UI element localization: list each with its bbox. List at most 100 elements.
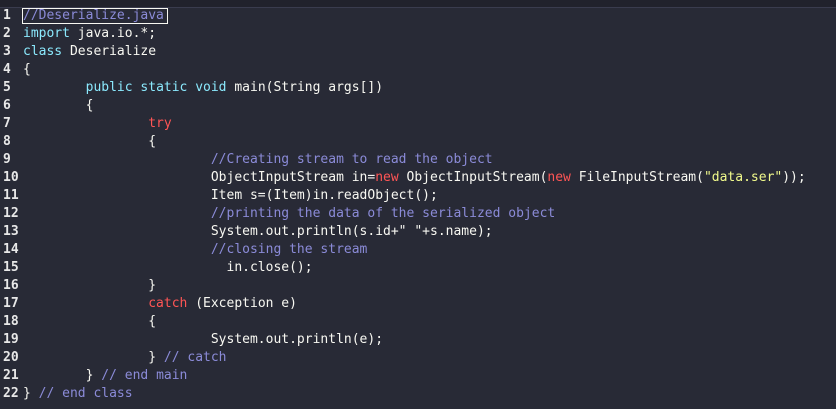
code-token: { (23, 134, 157, 149)
code-line[interactable]: 16 } (0, 277, 836, 295)
line-number: 2 (3, 26, 11, 41)
code-token: } (23, 368, 102, 383)
line-number: 21 (3, 368, 19, 383)
code-text[interactable]: ObjectInputStream in=new ObjectInputStre… (23, 169, 806, 187)
code-text[interactable]: import java.io.*; (23, 25, 156, 43)
line-number: 15 (3, 260, 19, 275)
line-number: 18 (3, 314, 19, 329)
code-text[interactable]: { (23, 97, 94, 115)
code-line[interactable]: 13 System.out.println(s.id+" "+s.name); (0, 223, 836, 241)
line-number: 19 (3, 332, 19, 347)
line-number: 10 (3, 170, 19, 185)
code-text[interactable]: { (23, 133, 156, 151)
code-text[interactable]: } // end class (23, 385, 133, 403)
line-number: 4 (3, 62, 11, 77)
code-token: { (23, 314, 157, 329)
line-number: 8 (3, 134, 11, 149)
code-token: main(String args[]) (226, 80, 384, 95)
code-text[interactable]: catch (Exception e) (23, 295, 297, 313)
code-token: // end class (38, 386, 133, 401)
code-line[interactable]: 19 System.out.println(e); (0, 331, 836, 349)
code-line[interactable]: 8 { (0, 133, 836, 151)
code-token: // catch (163, 350, 227, 365)
code-token: //Deserialize.java (23, 8, 164, 23)
code-text[interactable]: System.out.println(s.id+" "+s.name); (23, 223, 493, 241)
code-token: catch (148, 296, 188, 311)
line-number: 13 (3, 224, 19, 239)
code-text[interactable]: //printing the data of the serialized ob… (23, 205, 555, 223)
code-text[interactable]: //Deserialize.java (23, 7, 164, 25)
code-text[interactable]: //Creating stream to read the object (23, 151, 493, 169)
code-token: new (547, 170, 571, 185)
line-number: 7 (3, 116, 11, 131)
code-line[interactable]: 12 //printing the data of the serialized… (0, 205, 836, 223)
code-token: } (23, 278, 157, 293)
code-token: ObjectInputStream in= (23, 170, 376, 185)
code-line[interactable]: 10 ObjectInputStream in=new ObjectInputS… (0, 169, 836, 187)
code-editor[interactable]: 1 //Deserialize.java 2 import java.io.*; 3 cl… (0, 0, 836, 409)
code-line[interactable]: 6 { (0, 97, 836, 115)
code-text[interactable]: //closing the stream (23, 241, 368, 259)
code-token: // end main (101, 368, 188, 383)
code-line[interactable]: 2 import java.io.*; (0, 25, 836, 43)
line-number: 12 (3, 206, 19, 221)
code-line[interactable]: 18 { (0, 313, 836, 331)
code-line[interactable]: 14 //closing the stream (0, 241, 836, 259)
code-text[interactable]: } // end main (23, 367, 188, 385)
code-token: //Creating stream to read the object (210, 152, 493, 167)
code-token: class (23, 44, 63, 59)
code-line[interactable]: 20 } // catch (0, 349, 836, 367)
code-line[interactable]: 9 //Creating stream to read the object (0, 151, 836, 169)
code-token: //printing the data of the serialized ob… (210, 206, 556, 221)
code-text[interactable]: Item s=(Item)in.readObject(); (23, 187, 438, 205)
code-text[interactable]: in.close(); (23, 259, 313, 277)
code-token: System.out.println(e); (23, 332, 384, 347)
code-line[interactable]: 4{ (0, 61, 836, 79)
code-token: new (375, 170, 399, 185)
code-line[interactable]: 21 } // end main (0, 367, 836, 385)
code-token: in.close(); (23, 260, 313, 275)
line-number: 11 (3, 188, 19, 203)
code-token: try (148, 116, 172, 131)
code-line[interactable]: 1 //Deserialize.java (0, 7, 836, 25)
code-token: Item s=(Item)in.readObject(); (23, 188, 438, 203)
code-token: FileInputStream( (570, 170, 704, 185)
line-number: 14 (3, 242, 19, 257)
code-line[interactable]: 7 try (0, 115, 836, 133)
line-number: 20 (3, 350, 19, 365)
code-token: )); (782, 170, 806, 185)
code-token: import (23, 26, 70, 41)
code-token: System.out.println(s.id+" "+s.name); (23, 224, 493, 239)
code-text[interactable]: public static void main(String args[]) (23, 79, 383, 97)
line-number: 5 (3, 80, 11, 95)
code-line[interactable]: 15 in.close(); (0, 259, 836, 277)
line-number: 22 (3, 386, 19, 401)
code-line[interactable]: 11 Item s=(Item)in.readObject(); (0, 187, 836, 205)
code-token: "data.ser" (703, 170, 783, 185)
code-token: public static void (85, 80, 227, 95)
code-text[interactable]: try (23, 115, 172, 133)
code-text[interactable]: } (23, 277, 156, 295)
code-text[interactable]: { (23, 61, 31, 79)
code-token: } (23, 386, 39, 401)
code-lines[interactable]: 1 //Deserialize.java 2 import java.io.*; 3 cl… (0, 7, 836, 403)
code-token: (Exception e) (187, 296, 297, 311)
code-text[interactable]: class Deserialize (23, 43, 156, 61)
code-text[interactable]: System.out.println(e); (23, 331, 383, 349)
line-number: 1 (3, 8, 11, 23)
code-text[interactable]: { (23, 313, 156, 331)
line-number: 6 (3, 98, 11, 113)
code-line[interactable]: 22} // end class (0, 385, 836, 403)
code-text[interactable]: } // catch (23, 349, 227, 367)
code-token: java.io.*; (69, 26, 157, 41)
code-line[interactable]: 3 class Deserialize (0, 43, 836, 61)
code-line[interactable]: 5 public static void main(String args[]) (0, 79, 836, 97)
code-line[interactable]: 17 catch (Exception e) (0, 295, 836, 313)
code-token: //closing the stream (210, 242, 368, 257)
